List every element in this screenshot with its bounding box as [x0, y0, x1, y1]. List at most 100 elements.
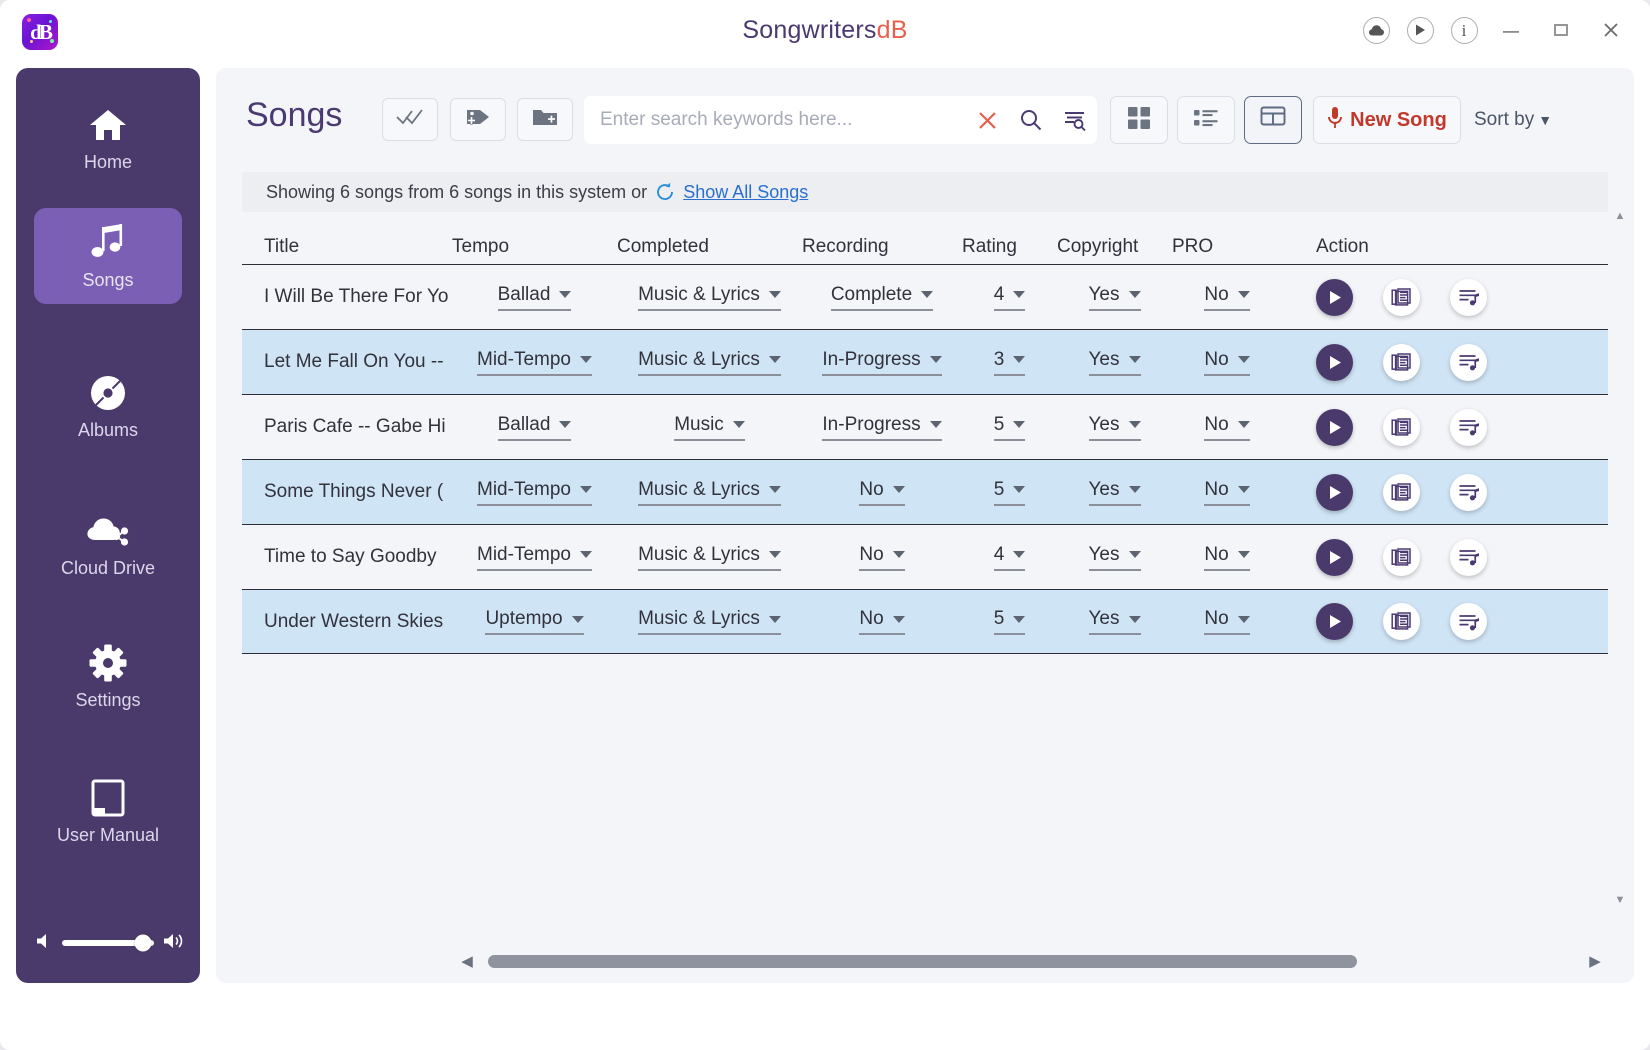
playlist-icon[interactable]: [1450, 278, 1487, 316]
tempo-select[interactable]: Ballad: [497, 414, 572, 441]
clear-x-icon[interactable]: [965, 96, 1009, 144]
new-folder-button[interactable]: [517, 98, 573, 141]
grid-view-button[interactable]: [1110, 96, 1168, 144]
rating-select[interactable]: 3: [993, 349, 1026, 376]
column-header-tempo[interactable]: Tempo: [452, 236, 617, 258]
rating-select[interactable]: 4: [993, 284, 1026, 311]
tempo-select[interactable]: Ballad: [497, 284, 572, 311]
show-all-songs-link[interactable]: Show All Songs: [683, 182, 808, 203]
lyrics-document-icon[interactable]: [1383, 473, 1420, 511]
horizontal-scroll-track[interactable]: [488, 950, 1574, 972]
sidebar-item-settings[interactable]: Settings: [34, 628, 182, 724]
song-title[interactable]: Paris Cafe -- Gabe Hi: [242, 416, 452, 438]
pro-select[interactable]: No: [1204, 284, 1250, 311]
song-title[interactable]: Some Things Never (: [242, 481, 452, 503]
lyrics-document-icon[interactable]: [1383, 343, 1420, 381]
column-header-completed[interactable]: Completed: [617, 236, 802, 258]
copyright-select[interactable]: Yes: [1088, 284, 1141, 311]
column-header-title[interactable]: Title: [242, 236, 452, 258]
pro-select[interactable]: No: [1204, 608, 1250, 635]
copyright-select[interactable]: Yes: [1088, 349, 1141, 376]
song-title[interactable]: Let Me Fall On You --: [242, 351, 452, 373]
lyrics-document-icon[interactable]: [1383, 408, 1420, 446]
scroll-up-arrow[interactable]: ▲: [1612, 208, 1628, 224]
song-title[interactable]: Time to Say Goodby: [242, 546, 452, 568]
pro-select[interactable]: No: [1204, 414, 1250, 441]
sidebar-item-user-manual[interactable]: User Manual: [34, 763, 182, 859]
tempo-select[interactable]: Uptempo: [485, 608, 584, 635]
rating-select[interactable]: 5: [993, 414, 1026, 441]
copyright-select[interactable]: Yes: [1088, 479, 1141, 506]
lyrics-document-icon[interactable]: [1383, 603, 1420, 640]
recording-select[interactable]: No: [859, 608, 905, 635]
completed-select[interactable]: Music & Lyrics: [638, 608, 781, 635]
copyright-select[interactable]: Yes: [1088, 608, 1141, 635]
sidebar-item-albums[interactable]: Albums: [34, 358, 182, 454]
sidebar-item-home[interactable]: Home: [34, 90, 182, 186]
recording-select[interactable]: In-Progress: [822, 349, 942, 376]
table-view-button[interactable]: [1244, 96, 1302, 144]
column-header-recording[interactable]: Recording: [802, 236, 962, 258]
select-all-button[interactable]: [382, 98, 438, 141]
play-circle-icon[interactable]: [1316, 473, 1353, 511]
completed-select[interactable]: Music & Lyrics: [638, 479, 781, 506]
completed-select[interactable]: Music & Lyrics: [638, 544, 781, 571]
recording-select[interactable]: No: [859, 479, 905, 506]
recording-select[interactable]: Complete: [830, 284, 934, 311]
new-song-button[interactable]: New Song: [1313, 96, 1461, 144]
play-circle-icon[interactable]: [1316, 408, 1353, 446]
playlist-icon[interactable]: [1450, 408, 1487, 446]
recording-select[interactable]: In-Progress: [822, 414, 942, 441]
horizontal-scrollbar[interactable]: ◀ ▶: [456, 947, 1606, 975]
completed-select[interactable]: Music & Lyrics: [638, 349, 781, 376]
song-title[interactable]: Under Western Skies: [242, 611, 452, 633]
table-row[interactable]: Under Western Skies Uptempo Music & Lyrics…: [242, 589, 1608, 654]
copyright-select[interactable]: Yes: [1088, 544, 1141, 571]
scroll-left-arrow[interactable]: ◀: [456, 950, 478, 972]
lyrics-document-icon[interactable]: [1383, 538, 1420, 576]
minimize-button[interactable]: [1486, 6, 1536, 54]
advanced-search-icon[interactable]: [1053, 96, 1097, 144]
rating-select[interactable]: 4: [993, 544, 1026, 571]
search-input[interactable]: [584, 109, 965, 131]
playlist-icon[interactable]: [1450, 538, 1487, 576]
scroll-down-arrow[interactable]: ▼: [1612, 892, 1628, 908]
column-header-pro[interactable]: PRO: [1172, 236, 1282, 258]
copyright-select[interactable]: Yes: [1088, 414, 1141, 441]
table-row[interactable]: Paris Cafe -- Gabe Hi Ballad Music In-Progr…: [242, 394, 1608, 459]
search-icon[interactable]: [1009, 96, 1053, 144]
table-row[interactable]: Let Me Fall On You -- Mid-Tempo Music & Ly…: [242, 329, 1608, 394]
completed-select[interactable]: Music: [674, 414, 745, 441]
pro-select[interactable]: No: [1204, 349, 1250, 376]
close-button[interactable]: [1586, 6, 1636, 54]
sidebar-item-songs[interactable]: Songs: [34, 208, 182, 304]
sidebar-item-cloud-drive[interactable]: Cloud Drive: [34, 496, 182, 592]
column-header-copyright[interactable]: Copyright: [1057, 236, 1172, 258]
rating-select[interactable]: 5: [993, 479, 1026, 506]
play-circle-icon[interactable]: [1316, 343, 1353, 381]
tempo-select[interactable]: Mid-Tempo: [477, 544, 592, 571]
player-button[interactable]: [1398, 8, 1442, 52]
info-button[interactable]: i: [1442, 8, 1486, 52]
volume-slider-knob[interactable]: [134, 934, 152, 952]
vertical-scrollbar[interactable]: ▲ ▼: [1612, 208, 1628, 908]
column-header-rating[interactable]: Rating: [962, 236, 1057, 258]
refresh-icon[interactable]: [655, 182, 675, 202]
table-row[interactable]: Some Things Never (Mid-Tempo Music & Lyri…: [242, 459, 1608, 524]
play-circle-icon[interactable]: [1316, 538, 1353, 576]
playlist-icon[interactable]: [1450, 603, 1487, 640]
cloud-sync-button[interactable]: [1354, 8, 1398, 52]
horizontal-scroll-thumb[interactable]: [488, 954, 1357, 968]
pro-select[interactable]: No: [1204, 544, 1250, 571]
play-circle-icon[interactable]: [1316, 603, 1353, 640]
table-row[interactable]: Time to Say Goodby Mid-Tempo Music & Lyric…: [242, 524, 1608, 589]
playlist-icon[interactable]: [1450, 473, 1487, 511]
volume-slider[interactable]: [62, 934, 154, 952]
recording-select[interactable]: No: [859, 544, 905, 571]
list-view-button[interactable]: [1177, 96, 1235, 144]
play-circle-icon[interactable]: [1316, 278, 1353, 316]
lyrics-document-icon[interactable]: [1383, 278, 1420, 316]
song-title[interactable]: I Will Be There For Yo: [242, 286, 452, 308]
maximize-button[interactable]: [1536, 6, 1586, 54]
completed-select[interactable]: Music & Lyrics: [638, 284, 781, 311]
